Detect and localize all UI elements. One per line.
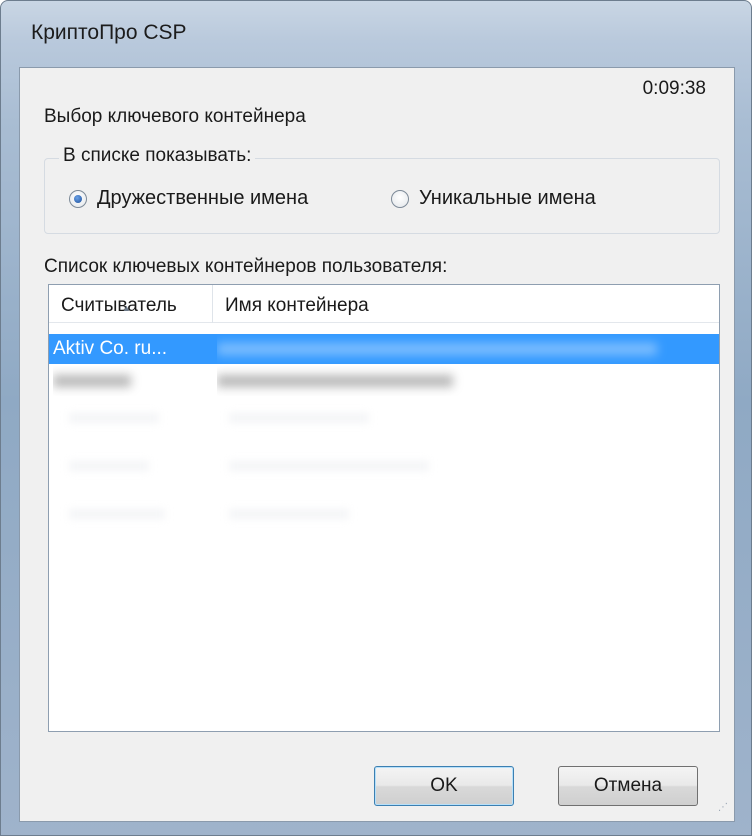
dialog-prompt: Выбор ключевого контейнера (44, 106, 306, 127)
radio-unique-names[interactable]: Уникальные имена (391, 187, 596, 210)
column-header-container-name[interactable]: Имя контейнера (213, 285, 719, 323)
sort-ascending-icon: ▲ (122, 303, 131, 313)
redacted-row-ghost (229, 461, 429, 471)
redacted-row-ghost (69, 413, 159, 423)
column-header-container-label: Имя контейнера (225, 295, 369, 316)
radio-friendly-names[interactable]: Дружественные имена (69, 187, 308, 210)
dialog-client-area: 0:09:38 Выбор ключевого контейнера В спи… (19, 67, 735, 822)
cell-container-name-redacted (217, 334, 713, 364)
display-options-group: В списке показывать: Дружественные имена… (44, 145, 720, 234)
table-row[interactable] (49, 366, 719, 396)
ok-button[interactable]: OK (374, 766, 514, 806)
cancel-button[interactable]: Отмена (558, 766, 698, 806)
radio-unchecked-icon[interactable] (391, 189, 409, 208)
redacted-row-ghost (69, 509, 165, 519)
redacted-row-ghost (69, 461, 149, 471)
radio-friendly-names-label: Дружественные имена (97, 187, 309, 209)
radio-checked-icon[interactable] (69, 189, 87, 208)
redacted-row-ghost (229, 413, 369, 423)
window-title: КриптоПро CSP (31, 21, 187, 44)
container-list-label: Список ключевых контейнеров пользователя… (44, 256, 448, 277)
cell-container-name-redacted (217, 366, 713, 396)
radio-unique-names-label: Уникальные имена (419, 187, 596, 209)
cell-reader: Aktiv Co. ru... (53, 338, 168, 359)
list-header: ▲ Считыватель Имя контейнера (49, 285, 719, 323)
column-header-reader[interactable]: ▲ Считыватель (49, 285, 213, 323)
dialog-window: КриптоПро CSP 0:09:38 Выбор ключевого ко… (0, 0, 752, 836)
group-legend: В списке показывать: (59, 145, 256, 167)
cell-reader-redacted (53, 366, 211, 396)
title-bar[interactable]: КриптоПро CSP (1, 1, 751, 67)
redacted-row-ghost (229, 509, 349, 519)
column-header-reader-label: Считыватель (61, 295, 177, 316)
timeout-timer: 0:09:38 (642, 78, 706, 99)
container-listview[interactable]: ▲ Считыватель Имя контейнера Aktiv Co. r… (48, 284, 720, 732)
table-row[interactable]: Aktiv Co. ru... (49, 334, 719, 364)
resize-grip-icon[interactable]: ⋰ (718, 803, 730, 817)
